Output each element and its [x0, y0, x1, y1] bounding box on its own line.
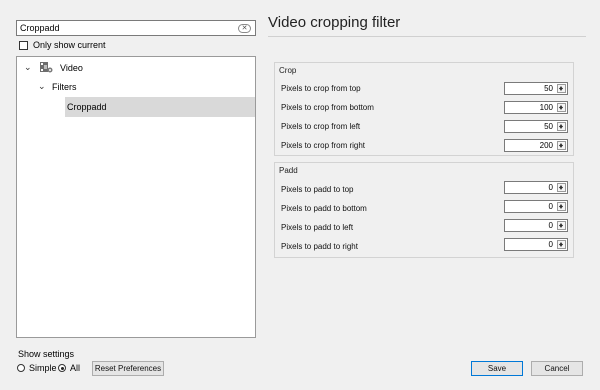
padd-left-value: 0 [548, 221, 553, 230]
tree-item-video-label: Video [60, 63, 83, 73]
spin-arrows-icon[interactable] [557, 122, 566, 131]
search-input[interactable]: Croppadd ✕ [16, 20, 256, 36]
spin-arrows-icon[interactable] [557, 84, 566, 93]
simple-radio[interactable] [17, 364, 25, 372]
crop-bottom-value: 100 [539, 103, 553, 112]
crop-right-spinbox[interactable]: 200 [504, 139, 568, 152]
reset-preferences-button[interactable]: Reset Preferences [92, 361, 164, 376]
only-show-current-checkbox[interactable] [19, 41, 28, 50]
padd-top-value: 0 [548, 183, 553, 192]
tree-item-filters[interactable]: ⌄ Filters [17, 78, 255, 96]
save-button[interactable]: Save [471, 361, 523, 376]
title-divider [268, 36, 586, 37]
spin-arrows-icon[interactable] [557, 183, 566, 192]
spin-arrows-icon[interactable] [557, 240, 566, 249]
crop-left-label: Pixels to crop from left [281, 122, 361, 131]
crop-bottom-spinbox[interactable]: 100 [504, 101, 568, 114]
chevron-down-icon[interactable]: ⌄ [38, 81, 46, 92]
crop-right-value: 200 [539, 141, 553, 150]
crop-left-value: 50 [544, 122, 553, 131]
crop-top-spinbox[interactable]: 50 [504, 82, 568, 95]
padd-group: Padd Pixels to padd to top 0 Pixels to p… [274, 162, 574, 258]
crop-top-label: Pixels to crop from top [281, 84, 361, 93]
tree-item-croppadd[interactable]: Croppadd [65, 97, 255, 117]
crop-top-value: 50 [544, 84, 553, 93]
spin-arrows-icon[interactable] [557, 221, 566, 230]
preferences-tree[interactable]: ⌄ Video ⌄ Filters Croppadd [16, 56, 256, 338]
padd-left-label: Pixels to padd to left [281, 223, 354, 232]
padd-bottom-label: Pixels to padd to bottom [281, 204, 367, 213]
padd-right-spinbox[interactable]: 0 [504, 238, 568, 251]
all-radio-label: All [70, 363, 81, 373]
padd-bottom-value: 0 [548, 202, 553, 211]
tree-item-video[interactable]: ⌄ Video [17, 59, 255, 77]
padd-left-spinbox[interactable]: 0 [504, 219, 568, 232]
padd-bottom-spinbox[interactable]: 0 [504, 200, 568, 213]
padd-group-title: Padd [279, 166, 298, 175]
show-settings-label: Show settings [18, 349, 75, 359]
spin-arrows-icon[interactable] [557, 103, 566, 112]
crop-left-spinbox[interactable]: 50 [504, 120, 568, 133]
only-show-current-label: Only show current [33, 40, 106, 50]
crop-group: Crop Pixels to crop from top 50 Pixels t… [274, 62, 574, 156]
crop-group-title: Crop [279, 66, 297, 75]
video-settings-icon [39, 61, 53, 74]
search-input-value: Croppadd [20, 23, 60, 33]
padd-top-label: Pixels to padd to top [281, 185, 354, 194]
spin-arrows-icon[interactable] [557, 141, 566, 150]
cancel-button[interactable]: Cancel [531, 361, 583, 376]
page-title: Video cropping filter [268, 14, 401, 31]
padd-right-label: Pixels to padd to right [281, 242, 358, 251]
spin-arrows-icon[interactable] [557, 202, 566, 211]
simple-radio-label: Simple [29, 363, 57, 373]
crop-right-label: Pixels to crop from right [281, 141, 366, 150]
padd-right-value: 0 [548, 240, 553, 249]
clear-icon[interactable]: ✕ [238, 24, 251, 33]
padd-top-spinbox[interactable]: 0 [504, 181, 568, 194]
tree-item-filters-label: Filters [52, 82, 77, 92]
chevron-down-icon[interactable]: ⌄ [24, 62, 32, 73]
all-radio[interactable] [58, 364, 66, 372]
crop-bottom-label: Pixels to crop from bottom [281, 103, 374, 112]
tree-item-croppadd-label: Croppadd [67, 102, 107, 112]
